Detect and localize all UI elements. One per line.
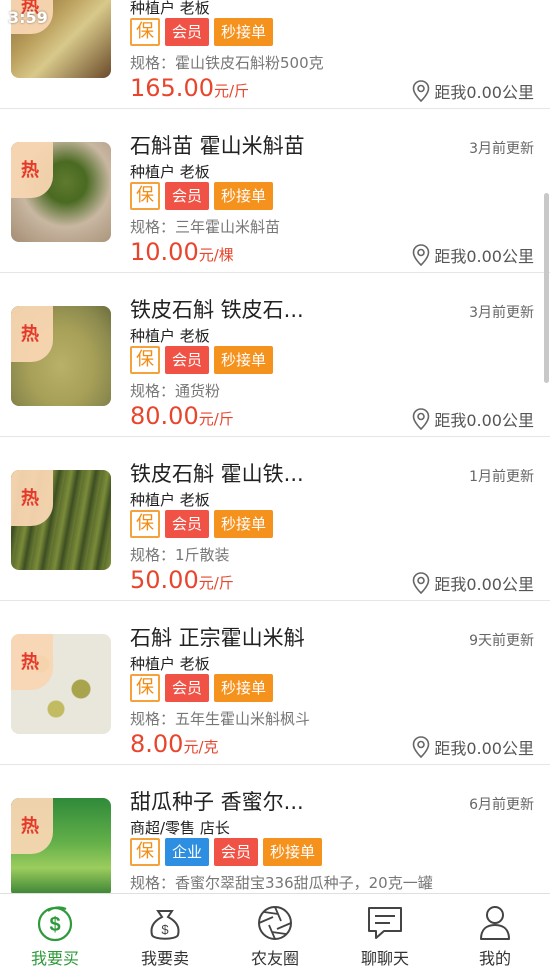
distance: 距我0.00公里 — [412, 79, 534, 103]
update-time: 6月前更新 — [469, 797, 534, 813]
product-price: 10.00元/棵 — [130, 238, 234, 266]
product-spec: 规格：通货粉 — [130, 382, 221, 400]
tab-community[interactable]: 农友圈 — [220, 894, 330, 979]
tab-label: 我的 — [478, 949, 511, 968]
product-price: 8.00元/克 — [130, 730, 219, 758]
tab-sell[interactable]: $ 我要卖 — [110, 894, 220, 979]
vip-tag: 会员 — [165, 674, 210, 702]
fast-response-tag: 秒接单 — [214, 510, 274, 538]
vip-tag: 会员 — [165, 18, 210, 46]
vip-tag: 会员 — [165, 346, 210, 374]
product-thumbnail: 热 — [11, 798, 111, 893]
product-title: 铁皮石斛 霍山铁... — [130, 462, 304, 486]
distance: 距我0.00公里 — [412, 735, 534, 759]
hot-badge: 热 — [11, 306, 53, 362]
product-thumbnail: 热 — [11, 470, 111, 570]
update-time: 1月前更新 — [469, 469, 534, 485]
product-price: 165.00元/斤 — [130, 74, 250, 102]
product-list[interactable]: 热 种植户 老板 保 会员 秒接单 规格：霍山铁皮石斛粉500克 165.00元… — [0, 0, 550, 893]
update-time: 3月前更新 — [469, 141, 534, 157]
tag-row: 保 会员 秒接单 — [130, 510, 274, 538]
product-card[interactable]: 热 甜瓜种子 香蜜尔... 6月前更新 商超/零售 店长 保 企业 会员 秒接单… — [0, 766, 550, 893]
vip-tag: 会员 — [165, 510, 210, 538]
product-card[interactable]: 热 石斛苗 霍山米斛苗 3月前更新 种植户 老板 保 会员 秒接单 规格：三年霍… — [0, 110, 550, 273]
dollar-coin-icon: $ — [33, 902, 77, 944]
product-card[interactable]: 热 铁皮石斛 霍山铁... 1月前更新 种植户 老板 保 会员 秒接单 规格：1… — [0, 438, 550, 601]
product-price: 50.00元/斤 — [130, 566, 234, 594]
chat-bubble-icon — [363, 902, 407, 944]
product-price: 80.00元/斤 — [130, 402, 234, 430]
product-spec: 规格：1斤散装 — [130, 546, 230, 564]
seller-info: 种植户 老板 — [130, 0, 210, 17]
tab-label: 我要买 — [30, 949, 79, 968]
fast-response-tag: 秒接单 — [263, 838, 323, 866]
distance: 距我0.00公里 — [412, 407, 534, 431]
seller-info: 种植户 老板 — [130, 491, 210, 509]
product-title: 石斛苗 霍山米斛苗 — [130, 134, 305, 158]
guarantee-tag: 保 — [130, 674, 160, 702]
aperture-icon — [253, 902, 297, 944]
location-pin-icon — [413, 572, 430, 594]
guarantee-tag: 保 — [130, 510, 160, 538]
guarantee-tag: 保 — [130, 838, 160, 866]
svg-text:$: $ — [161, 922, 169, 937]
product-spec: 规格：三年霍山米斛苗 — [130, 218, 281, 236]
enterprise-tag: 企业 — [165, 838, 210, 866]
location-pin-icon — [413, 736, 430, 758]
fast-response-tag: 秒接单 — [214, 346, 274, 374]
location-pin-icon — [413, 244, 430, 266]
tab-label: 聊聊天 — [360, 949, 409, 968]
hot-badge: 热 — [11, 142, 53, 198]
seller-info: 商超/零售 店长 — [130, 819, 230, 837]
product-title: 石斛 正宗霍山米斛 — [130, 626, 305, 650]
tag-row: 保 会员 秒接单 — [130, 674, 274, 702]
product-title: 铁皮石斛 铁皮石... — [130, 298, 304, 322]
product-title: 甜瓜种子 香蜜尔... — [130, 790, 304, 814]
hot-badge: 热 — [11, 470, 53, 526]
tab-buy[interactable]: $ 我要买 — [0, 894, 110, 979]
bottom-tab-bar: $ 我要买 $ 我要卖 农友圈 聊聊天 我的 — [0, 893, 550, 979]
distance: 距我0.00公里 — [412, 571, 534, 595]
status-bar-time: 3:59 — [8, 8, 48, 27]
guarantee-tag: 保 — [130, 346, 160, 374]
scrollbar[interactable] — [544, 193, 549, 383]
hot-badge: 热 — [11, 798, 53, 854]
product-card[interactable]: 热 种植户 老板 保 会员 秒接单 规格：霍山铁皮石斛粉500克 165.00元… — [0, 0, 550, 109]
tag-row: 保 会员 秒接单 — [130, 346, 274, 374]
tab-label: 我要卖 — [140, 949, 189, 968]
product-thumbnail: 热 — [11, 306, 111, 406]
update-time: 9天前更新 — [469, 633, 534, 649]
hot-badge: 热 — [11, 634, 53, 690]
tab-label: 农友圈 — [250, 949, 299, 968]
tag-row: 保 企业 会员 秒接单 — [130, 838, 323, 866]
fast-response-tag: 秒接单 — [214, 182, 274, 210]
location-pin-icon — [413, 408, 430, 430]
guarantee-tag: 保 — [130, 18, 160, 46]
product-spec: 规格：霍山铁皮石斛粉500克 — [130, 54, 324, 72]
person-icon — [473, 902, 517, 944]
location-pin-icon — [413, 80, 430, 102]
guarantee-tag: 保 — [130, 182, 160, 210]
tag-row: 保 会员 秒接单 — [130, 18, 274, 46]
product-spec: 规格：香蜜尔翠甜宝336甜瓜种子，20克一罐 — [130, 874, 433, 892]
seller-info: 种植户 老板 — [130, 655, 210, 673]
update-time: 3月前更新 — [469, 305, 534, 321]
seller-info: 种植户 老板 — [130, 327, 210, 345]
tab-chat[interactable]: 聊聊天 — [330, 894, 440, 979]
product-thumbnail: 热 — [11, 142, 111, 242]
product-spec: 规格：五年生霍山米斛枫斗 — [130, 710, 311, 728]
product-card[interactable]: 热 铁皮石斛 铁皮石... 3月前更新 种植户 老板 保 会员 秒接单 规格：通… — [0, 274, 550, 437]
seller-info: 种植户 老板 — [130, 163, 210, 181]
vip-tag: 会员 — [165, 182, 210, 210]
distance: 距我0.00公里 — [412, 243, 534, 267]
vip-tag: 会员 — [214, 838, 259, 866]
fast-response-tag: 秒接单 — [214, 18, 274, 46]
tab-mine[interactable]: 我的 — [440, 894, 550, 979]
money-bag-icon: $ — [143, 902, 187, 944]
product-thumbnail: 热 — [11, 634, 111, 734]
fast-response-tag: 秒接单 — [214, 674, 274, 702]
product-card[interactable]: 热 石斛 正宗霍山米斛 9天前更新 种植户 老板 保 会员 秒接单 规格：五年生… — [0, 602, 550, 765]
tag-row: 保 会员 秒接单 — [130, 182, 274, 210]
svg-text:$: $ — [49, 914, 60, 936]
